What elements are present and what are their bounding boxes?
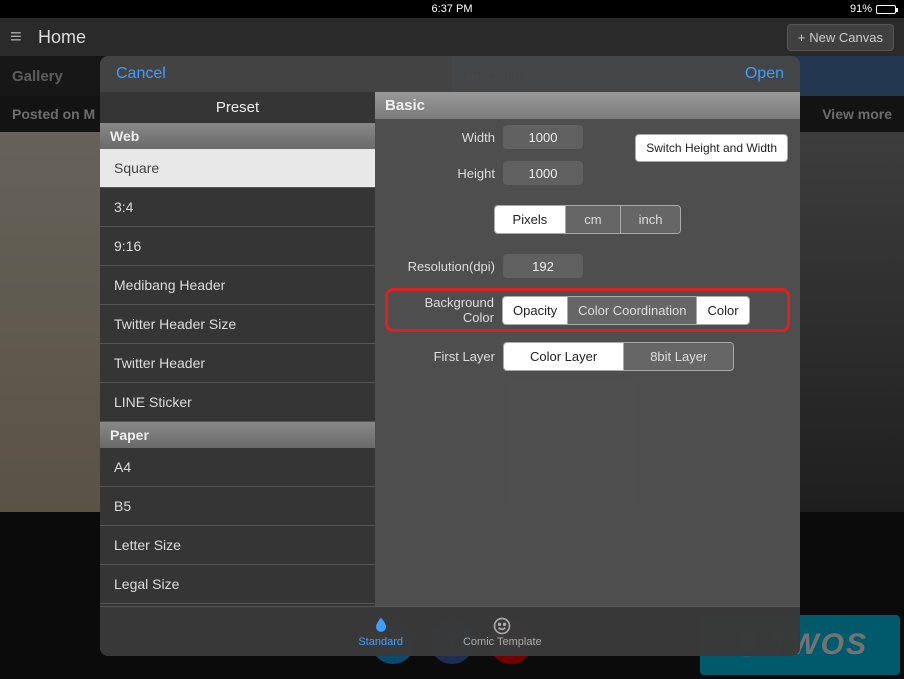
unit-cm[interactable]: cm bbox=[565, 206, 619, 233]
basic-column: Basic Width Switch Height and Width Heig… bbox=[375, 92, 800, 606]
width-label: Width bbox=[387, 130, 495, 145]
status-time: 6:37 PM bbox=[432, 3, 473, 15]
preset-item-medibang-header[interactable]: Medibang Header bbox=[100, 266, 375, 305]
preset-item-b5[interactable]: B5 bbox=[100, 487, 375, 526]
preset-section-web: Web bbox=[100, 123, 375, 149]
bg-opacity[interactable]: Opacity bbox=[503, 297, 567, 324]
layer-color[interactable]: Color Layer bbox=[504, 343, 623, 370]
unit-segmented-control: Pixels cm inch bbox=[494, 205, 682, 234]
modal-footer-tabs: Standard Comic Template bbox=[100, 606, 800, 656]
unit-inch[interactable]: inch bbox=[620, 206, 681, 233]
battery-icon bbox=[876, 5, 896, 14]
page-title: Home bbox=[38, 27, 86, 48]
firstlayer-segmented-control: Color Layer 8bit Layer bbox=[503, 342, 734, 371]
status-battery: 91% bbox=[850, 3, 896, 15]
status-bar: 6:37 PM 91% bbox=[0, 0, 904, 18]
new-canvas-modal: Cancel Open Preset Web Square 3:4 9:16 M… bbox=[100, 56, 800, 656]
background-color-highlight: Background Color Opacity Color Coordinat… bbox=[385, 288, 790, 332]
app-header: ≡ Home + New Canvas bbox=[0, 18, 904, 56]
smiley-icon bbox=[492, 616, 512, 636]
preset-item-twitter-header-size[interactable]: Twitter Header Size bbox=[100, 305, 375, 344]
footer-standard-label: Standard bbox=[358, 636, 403, 648]
basic-column-header: Basic bbox=[375, 92, 800, 119]
bg-color[interactable]: Color bbox=[696, 297, 748, 324]
width-input[interactable] bbox=[503, 125, 583, 149]
preset-column: Preset Web Square 3:4 9:16 Medibang Head… bbox=[100, 92, 375, 606]
footer-tab-comic[interactable]: Comic Template bbox=[463, 616, 542, 648]
height-input[interactable] bbox=[503, 161, 583, 185]
hamburger-icon[interactable]: ≡ bbox=[10, 26, 30, 49]
layer-8bit[interactable]: 8bit Layer bbox=[623, 343, 733, 370]
plus-icon: + bbox=[798, 30, 806, 45]
resolution-label: Resolution(dpi) bbox=[387, 259, 495, 274]
unit-pixels[interactable]: Pixels bbox=[495, 206, 566, 233]
bgcolor-label: Background Color bbox=[394, 295, 494, 325]
switch-dimensions-button[interactable]: Switch Height and Width bbox=[635, 134, 788, 162]
preset-item-9-16[interactable]: 9:16 bbox=[100, 227, 375, 266]
bgcolor-segmented-control: Opacity Color Coordination Color bbox=[502, 296, 750, 325]
bg-coordination[interactable]: Color Coordination bbox=[567, 297, 696, 324]
height-label: Height bbox=[387, 166, 495, 181]
footer-tab-standard[interactable]: Standard bbox=[358, 616, 403, 648]
preset-item-legal[interactable]: Legal Size bbox=[100, 565, 375, 604]
preset-item-a4[interactable]: A4 bbox=[100, 448, 375, 487]
preset-section-paper: Paper bbox=[100, 422, 375, 448]
firstlayer-label: First Layer bbox=[387, 349, 495, 364]
battery-percent: 91% bbox=[850, 3, 872, 15]
open-button[interactable]: Open bbox=[745, 65, 784, 83]
preset-item-twitter-header[interactable]: Twitter Header bbox=[100, 344, 375, 383]
preset-item-line-sticker[interactable]: LINE Sticker bbox=[100, 383, 375, 422]
modal-header: Cancel Open bbox=[100, 56, 800, 92]
preset-item-letter[interactable]: Letter Size bbox=[100, 526, 375, 565]
cancel-button[interactable]: Cancel bbox=[116, 65, 166, 83]
footer-comic-label: Comic Template bbox=[463, 636, 542, 648]
droplet-icon bbox=[371, 616, 391, 636]
preset-item-3-4[interactable]: 3:4 bbox=[100, 188, 375, 227]
new-canvas-label: New Canvas bbox=[809, 30, 883, 45]
preset-column-header: Preset bbox=[100, 92, 375, 123]
preset-item-square[interactable]: Square bbox=[100, 149, 375, 188]
resolution-input[interactable] bbox=[503, 254, 583, 278]
new-canvas-button[interactable]: + New Canvas bbox=[787, 24, 894, 51]
